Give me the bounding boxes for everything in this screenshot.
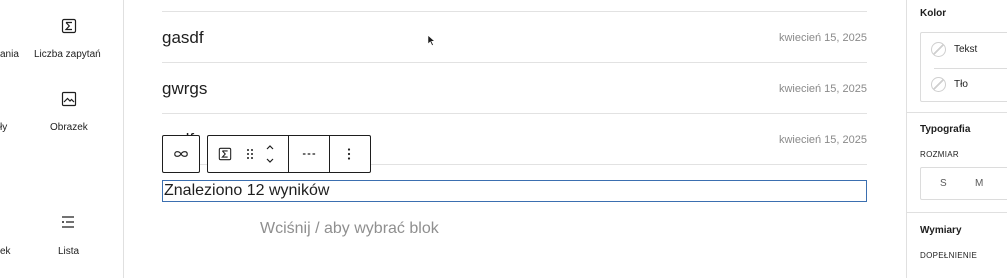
size-option-s[interactable]: S: [940, 178, 947, 189]
sigma-icon: [218, 147, 232, 161]
list-icon: [62, 216, 74, 228]
text-color-option[interactable]: Tekst: [921, 33, 1007, 68]
select-parent-button[interactable]: [163, 136, 199, 172]
dimensions-section-title: Wymiary: [920, 225, 962, 236]
block-toolbar-parent: [162, 135, 200, 173]
block-inserter-panel: ania Liczba zapytań ły Obrazek ek Lista: [0, 0, 124, 278]
result-date: kwiecień 15, 2025: [778, 32, 867, 44]
empty-swatch-icon: [931, 42, 946, 57]
background-color-label: Tło: [954, 79, 968, 90]
move-up-down-buttons[interactable]: [258, 136, 282, 172]
separator-block-button[interactable]: [289, 136, 329, 172]
inserter-item-partial-1[interactable]: ania: [0, 0, 30, 80]
inserter-item-label: Liczba zapytań: [34, 49, 101, 60]
result-row[interactable]: gasdf kwiecień 15, 2025: [162, 12, 867, 63]
result-title[interactable]: gwrgs: [162, 79, 207, 99]
inserter-item-list[interactable]: Lista: [32, 210, 106, 270]
result-date: kwiecień 15, 2025: [778, 83, 867, 95]
separator-dashes-icon: [302, 153, 316, 155]
empty-swatch-icon: [931, 77, 946, 92]
divider: [907, 212, 1007, 213]
color-settings-box: Tekst Tło: [920, 32, 1007, 102]
block-type-button[interactable]: [208, 136, 242, 172]
inserter-item-partial-2[interactable]: ły: [0, 85, 30, 145]
result-title[interactable]: gasdf: [162, 28, 204, 48]
query-total-block[interactable]: Znaleziono 12 wyników: [162, 180, 867, 202]
sigma-icon: [61, 18, 77, 34]
result-row[interactable]: [162, 0, 867, 12]
block-toolbar: [207, 135, 371, 173]
image-icon: [61, 91, 77, 107]
more-options-button[interactable]: [330, 136, 368, 172]
settings-sidebar: Kolor Tekst Tło Typografia ROZMIAR S M W…: [906, 0, 1007, 278]
drag-handle[interactable]: [242, 136, 258, 172]
link-loop-icon: [174, 151, 188, 157]
inserter-item-query-count[interactable]: Liczba zapytań: [32, 0, 106, 80]
result-row[interactable]: gwrgs kwiecień 15, 2025: [162, 63, 867, 114]
padding-label: DOPEŁNIENIE: [920, 251, 978, 260]
background-color-option[interactable]: Tło: [921, 68, 1007, 103]
divider: [907, 112, 1007, 113]
inserter-item-label: ły: [0, 122, 8, 133]
inserter-item-label: Lista: [58, 246, 80, 257]
drag-handle-icon: [247, 149, 253, 159]
size-option-m[interactable]: M: [975, 178, 983, 189]
inserter-item-label: Obrazek: [50, 122, 88, 133]
inserter-item-label: ania: [0, 49, 19, 60]
move-up-down-icon: [266, 145, 274, 163]
typography-section-title: Typografia: [920, 124, 971, 135]
mouse-cursor-icon: [427, 34, 436, 47]
inserter-item-partial-3[interactable]: ek: [0, 210, 30, 270]
more-options-icon: [347, 148, 351, 160]
color-section-title: Kolor: [920, 8, 947, 19]
block-placeholder-hint[interactable]: Wciśnij / aby wybrać blok: [260, 220, 439, 238]
text-color-label: Tekst: [954, 44, 978, 55]
size-label: ROZMIAR: [920, 150, 959, 159]
inserter-item-image[interactable]: Obrazek: [32, 85, 106, 145]
font-size-picker: S M: [920, 167, 1007, 200]
inserter-item-label: ek: [0, 246, 11, 257]
result-date: kwiecień 15, 2025: [778, 134, 867, 146]
